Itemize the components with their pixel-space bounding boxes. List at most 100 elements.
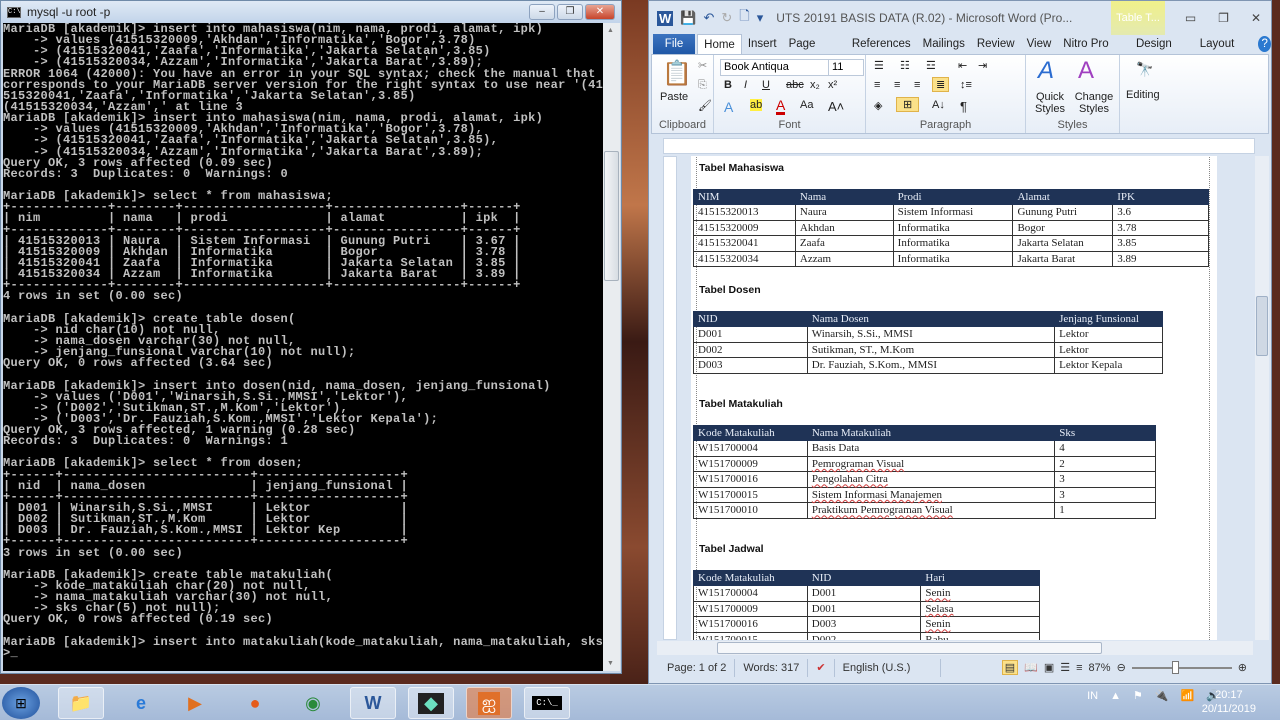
table-cell[interactable]: W151700016 <box>693 471 808 488</box>
page-count[interactable]: Page: 1 of 2 <box>659 659 736 677</box>
close-button[interactable]: ✕ <box>585 4 615 20</box>
font-color-icon[interactable]: A <box>776 98 786 115</box>
table-cell[interactable]: Naura <box>794 204 894 221</box>
bullets-icon[interactable]: ☰ <box>874 59 884 72</box>
strikethrough-icon[interactable]: abc <box>786 79 804 91</box>
save-icon[interactable]: 💾 <box>680 10 696 26</box>
table-cell[interactable]: Lektor Kepala <box>1054 357 1163 374</box>
show-hidden-icons-icon[interactable]: ▲ <box>1110 690 1121 702</box>
table-cell[interactable]: 3.78 <box>1112 219 1209 236</box>
table-cell[interactable]: W151700015 <box>693 486 808 503</box>
paste-button[interactable]: Paste <box>660 91 688 103</box>
firefox-taskbar-button[interactable]: ● <box>232 687 278 719</box>
italic-icon[interactable]: I <box>744 79 747 91</box>
bold-icon[interactable]: B <box>724 79 732 91</box>
table-cell[interactable]: W151700004 <box>693 585 808 602</box>
table-cell[interactable]: 4 <box>1054 440 1156 457</box>
subscript-icon[interactable]: x₂ <box>810 79 820 91</box>
tab-references[interactable]: References <box>846 34 917 54</box>
table-cell[interactable]: Winarsih, S.Si., MMSI <box>806 326 1056 343</box>
editing-button[interactable]: Editing <box>1126 89 1160 101</box>
table-cell[interactable]: Informatika <box>892 219 1014 236</box>
power-icon[interactable]: 🔌 <box>1155 689 1169 702</box>
table-cell[interactable]: W151700009 <box>693 455 808 472</box>
table-cell[interactable]: D003 <box>693 357 808 374</box>
mysql-terminal-window[interactable]: C:\ mysql -u root -p – ❐ ✕ MariaDB [akad… <box>0 0 622 674</box>
close-button[interactable]: ✕ <box>1251 11 1261 25</box>
table-cell[interactable]: 3.6 <box>1112 204 1209 221</box>
cmd-taskbar-button[interactable]: C:\_ <box>524 687 570 719</box>
start-button[interactable]: ⊞ <box>2 687 40 719</box>
change-case-icon[interactable]: Aa <box>800 99 813 111</box>
table-cell[interactable]: Akhdan <box>794 219 894 236</box>
quick-styles-icon[interactable]: A <box>1038 57 1054 85</box>
zoom-in-icon[interactable]: ⊕ <box>1238 661 1247 674</box>
vertical-scrollbar[interactable] <box>1255 156 1269 640</box>
show-formatting-icon[interactable]: ¶ <box>960 99 967 114</box>
language[interactable]: English (U.S.) <box>835 659 942 677</box>
table-cell[interactable]: Lektor <box>1054 341 1163 358</box>
find-icon[interactable]: 🔭 <box>1136 61 1153 78</box>
tab-view[interactable]: View <box>1021 34 1058 54</box>
paste-icon[interactable]: 📋 <box>662 59 692 88</box>
grow-font-icon[interactable]: A˄ <box>828 99 844 114</box>
align-center-icon[interactable]: ≡ <box>894 79 900 91</box>
table-cell[interactable]: Basis Data <box>806 440 1056 457</box>
media-player-taskbar-button[interactable]: ▶ <box>172 687 218 719</box>
table-cell[interactable]: D001 <box>693 326 808 343</box>
table-cell[interactable]: Praktikum Pemrograman Visual <box>806 502 1056 519</box>
table-cell[interactable]: Zaafa <box>794 235 894 252</box>
full-screen-reading-icon[interactable]: 📖 <box>1024 661 1038 674</box>
xampp-taskbar-button[interactable]: ஐ <box>466 687 512 719</box>
table-cell[interactable]: W151700016 <box>693 616 808 633</box>
sort-icon[interactable]: A↓ <box>932 99 945 111</box>
scroll-down-icon[interactable]: ▼ <box>607 660 614 667</box>
network-icon[interactable]: 📶 <box>1181 689 1195 702</box>
scrollbar-thumb[interactable] <box>1256 296 1268 356</box>
column-header[interactable]: Kode Matakuliah <box>693 425 808 441</box>
table-cell[interactable]: 3.89 <box>1112 250 1209 267</box>
table-cell[interactable]: 41515320034 <box>693 250 796 267</box>
text-effects-icon[interactable]: A <box>724 99 733 115</box>
customize-toolbar-icon[interactable]: ▾ <box>757 10 764 26</box>
table-matakuliah[interactable]: Kode Matakuliah Nama Matakuliah Sks W151700… <box>693 425 1156 519</box>
scrollbar-thumb[interactable] <box>717 642 1102 654</box>
table-dosen[interactable]: NID Nama Dosen Jenjang Funsional D001 Winars… <box>693 311 1163 374</box>
document-area[interactable]: Tabel Mahasiswa NIM Nama Prodi Alamat IPK 415… <box>649 156 1255 640</box>
terminal-scrollbar[interactable]: ▲ ▼ <box>603 23 620 671</box>
tab-file[interactable]: File <box>653 34 696 54</box>
table-cell[interactable]: Gunung Putri <box>1012 204 1114 221</box>
column-header[interactable]: NID <box>693 311 808 327</box>
column-header[interactable]: NID <box>806 570 922 586</box>
table-cell[interactable]: Senin <box>920 616 1040 633</box>
increase-indent-icon[interactable]: ⇥ <box>978 59 987 72</box>
column-header[interactable]: NIM <box>693 189 796 205</box>
shading-icon[interactable]: ◈ <box>874 99 882 112</box>
table-cell[interactable]: D003 <box>806 616 922 633</box>
justify-icon[interactable]: ≣ <box>932 77 950 92</box>
column-header[interactable]: Prodi <box>892 189 1014 205</box>
table-cell[interactable]: Informatika <box>892 250 1014 267</box>
table-cell[interactable]: W151700009 <box>693 600 808 617</box>
input-language[interactable]: IN <box>1087 690 1098 702</box>
column-header[interactable]: Sks <box>1054 425 1156 441</box>
table-cell[interactable]: D001 <box>806 585 922 602</box>
zoom-slider[interactable] <box>1131 660 1232 674</box>
word-count[interactable]: Words: 317 <box>735 659 809 677</box>
cut-icon[interactable]: ✂ <box>698 59 707 72</box>
align-left-icon[interactable]: ≡ <box>874 79 880 91</box>
proofing-icon[interactable]: ✔ <box>808 659 835 677</box>
tab-mailings[interactable]: Mailings <box>917 34 971 54</box>
clock[interactable]: 20:17 20/11/2019 <box>1202 688 1256 716</box>
table-cell[interactable]: Pengolahan Citra <box>806 471 1056 488</box>
tab-page-layout[interactable]: Page Layout <box>783 34 846 70</box>
column-header[interactable]: Nama Matakuliah <box>806 425 1056 441</box>
table-mahasiswa[interactable]: NIM Nama Prodi Alamat IPK 41515320013 Naura Sis… <box>693 189 1209 267</box>
borders-icon[interactable]: ⊞ <box>896 97 920 112</box>
table-cell[interactable]: Informatika <box>892 235 1014 252</box>
terminal-console[interactable]: MariaDB [akademik]> insert into mahasisw… <box>3 23 603 671</box>
table-cell[interactable]: Jakarta Barat <box>1012 250 1114 267</box>
multilevel-list-icon[interactable]: ☲ <box>926 59 936 72</box>
explorer-taskbar-button[interactable]: 📁 <box>58 687 104 719</box>
table-cell[interactable]: D002 <box>806 631 922 640</box>
